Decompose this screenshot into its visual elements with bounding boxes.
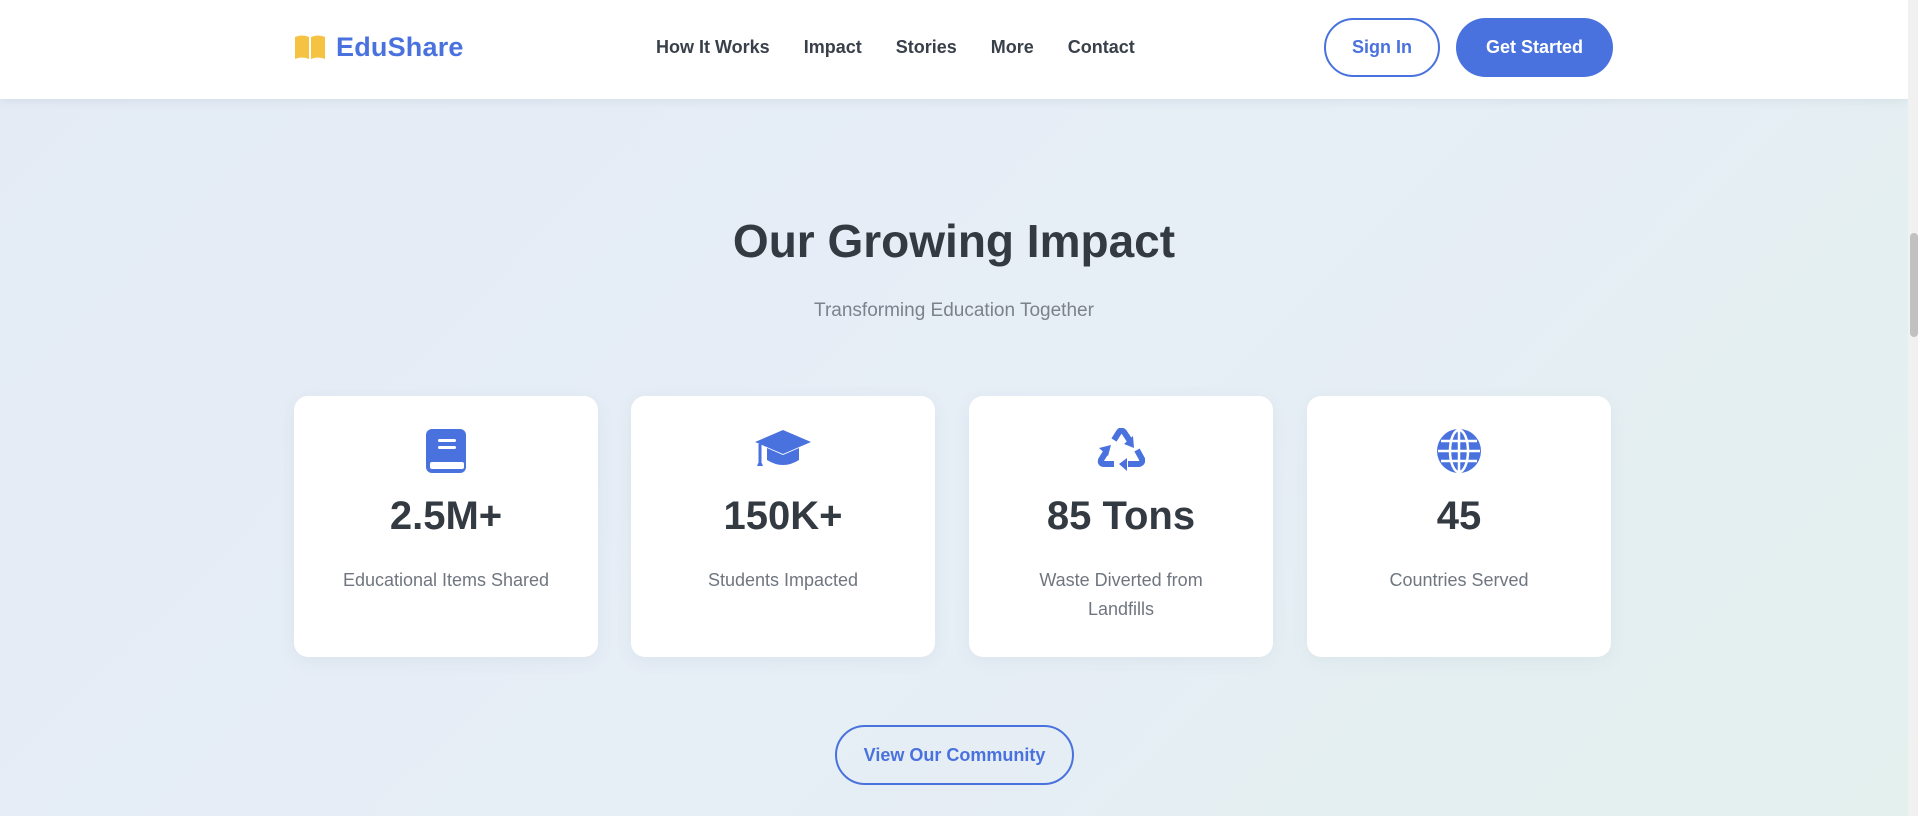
nav-impact[interactable]: Impact <box>804 37 862 58</box>
stat-label: Countries Served <box>1389 570 1529 590</box>
view-community-button[interactable]: View Our Community <box>835 725 1074 785</box>
stat-value: 85 Tons <box>1046 494 1196 538</box>
get-started-button[interactable]: Get Started <box>1456 18 1613 77</box>
nav-stories[interactable]: Stories <box>896 37 957 58</box>
stat-card-items-shared: 2.5M+ Educational Items Shared <box>294 396 598 657</box>
stat-value: 45 <box>1436 494 1482 538</box>
recycle-icon <box>969 426 1273 476</box>
logo[interactable]: EduShare <box>294 30 464 64</box>
section-title: Our Growing Impact <box>732 215 1176 267</box>
stat-label: Waste Diverted from Landfills <box>1039 570 1203 619</box>
stat-card-waste: 85 Tons Waste Diverted from Landfills <box>969 396 1273 657</box>
sign-in-button[interactable]: Sign In <box>1324 18 1440 77</box>
graduation-cap-icon <box>631 426 935 476</box>
stat-label: Students Impacted <box>707 570 859 590</box>
site-header: EduShare How It Works Impact Stories Mor… <box>0 0 1908 99</box>
globe-icon <box>1307 426 1611 476</box>
nav-more[interactable]: More <box>991 37 1034 58</box>
stat-value: 150K+ <box>723 494 843 538</box>
logo-text: EduShare <box>336 31 464 62</box>
section-subtitle: Transforming Education Together <box>814 300 1094 321</box>
book-icon <box>294 426 598 476</box>
stat-label: Educational Items Shared <box>342 570 550 590</box>
scrollbar-track[interactable] <box>1908 0 1918 816</box>
stat-card-countries: 45 Countries Served <box>1307 396 1611 657</box>
scrollbar-thumb[interactable] <box>1910 233 1918 337</box>
main-nav: How It Works Impact Stories More Contact <box>656 34 1135 60</box>
nav-contact[interactable]: Contact <box>1068 37 1135 58</box>
stat-value: 2.5M+ <box>389 494 503 538</box>
stat-card-students: 150K+ Students Impacted <box>631 396 935 657</box>
open-book-icon <box>294 34 326 60</box>
nav-how-it-works[interactable]: How It Works <box>656 37 770 58</box>
